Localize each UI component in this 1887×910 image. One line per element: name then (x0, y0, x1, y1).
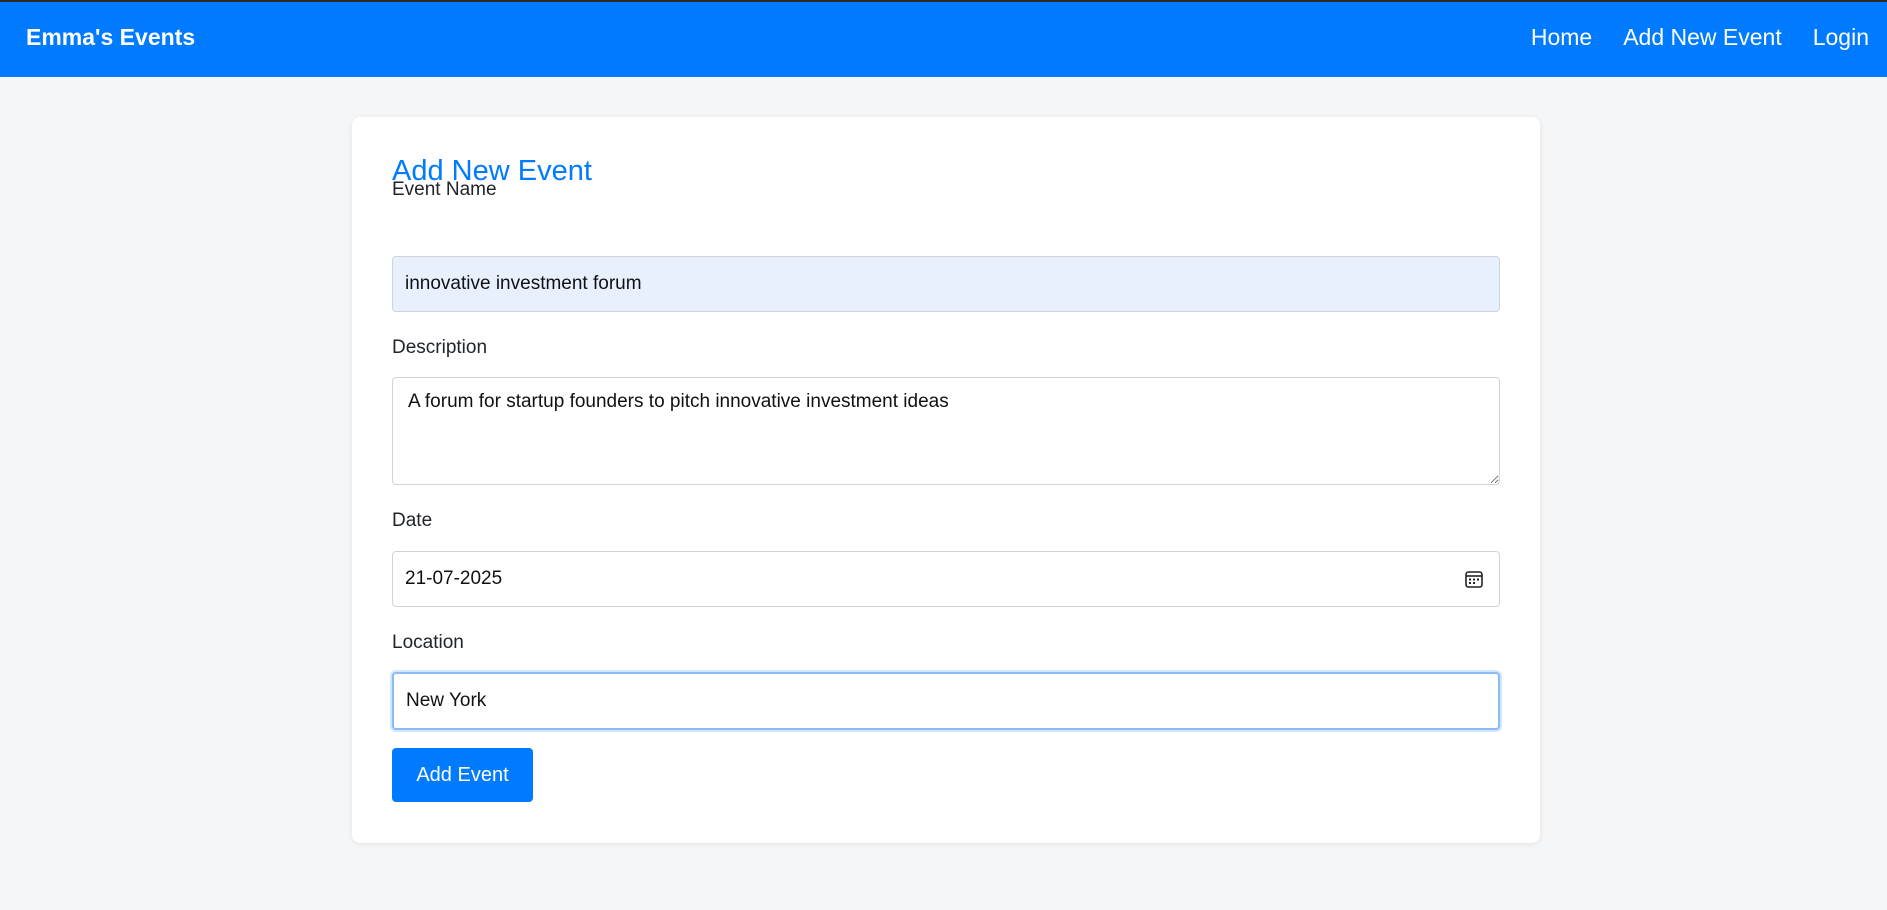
description-textarea[interactable]: A forum for startup founders to pitch in… (392, 377, 1500, 485)
date-label: Date (392, 510, 433, 531)
nav-add-new-event-link[interactable]: Add New Event (1623, 24, 1782, 51)
location-input[interactable] (392, 672, 1500, 730)
date-field-wrapper (392, 551, 1500, 607)
nav-links: Home Add New Event Login (1531, 24, 1869, 51)
add-event-button[interactable]: Add Event (392, 748, 533, 802)
event-name-input[interactable] (392, 256, 1500, 312)
calendar-icon[interactable] (1464, 569, 1484, 589)
add-event-card: Add New Event Event Name Description A f… (352, 117, 1540, 843)
date-input[interactable] (392, 551, 1500, 607)
navbar: Emma's Events Home Add New Event Login (0, 0, 1887, 77)
location-label: Location (392, 632, 464, 653)
nav-login-link[interactable]: Login (1813, 24, 1869, 51)
nav-home-link[interactable]: Home (1531, 24, 1592, 51)
brand-link[interactable]: Emma's Events (26, 24, 195, 51)
event-name-label: Event Name (392, 179, 497, 200)
description-label: Description (392, 337, 488, 358)
